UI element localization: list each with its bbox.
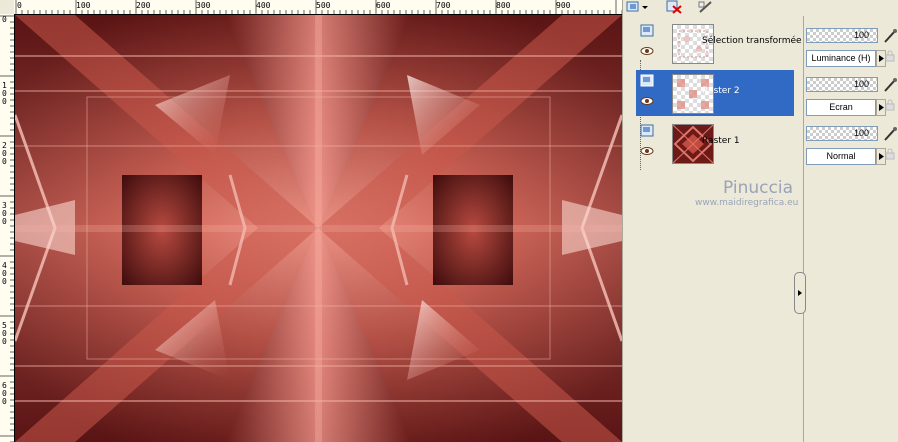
layer-props-raster-2: 100 Ecran <box>806 77 898 123</box>
opacity-value: 100 <box>853 79 869 89</box>
ruler-label-400: 400 <box>256 1 271 10</box>
blend-mode-value: Luminance (H) <box>811 53 871 63</box>
kaleidoscope-artwork <box>15 15 622 442</box>
ruler-label-900: 900 <box>556 1 571 10</box>
chevron-right-icon <box>878 104 884 111</box>
ruler-label-200: 200 <box>136 1 151 10</box>
delete-layer-icon <box>666 0 682 14</box>
layer-name: Sélection transformée <box>702 36 802 46</box>
chevron-right-icon <box>798 290 802 296</box>
ruler-label-0: 0 <box>17 1 22 10</box>
watermark-name: Pinuccia <box>723 178 793 198</box>
layer-properties: 100 Luminance (H) 100 Ecran 100 Normal <box>806 16 898 442</box>
layer-icon <box>640 24 654 37</box>
blend-mode-select[interactable]: Normal <box>806 148 876 165</box>
chevron-right-icon <box>878 55 884 62</box>
layers-list: Sélection transformée Raster 2 Raster 1 <box>636 20 802 180</box>
collapse-handle[interactable] <box>794 272 806 314</box>
blend-mode-select[interactable]: Luminance (H) <box>806 50 876 67</box>
ruler-label-700: 700 <box>436 1 451 10</box>
vruler-label-500: 500 <box>2 321 7 346</box>
image-canvas[interactable] <box>15 15 622 442</box>
vruler-label-400: 400 <box>2 261 7 286</box>
opacity-field[interactable]: 100 <box>806 126 878 141</box>
layer-row-selection[interactable]: Sélection transformée <box>636 20 802 66</box>
brush-tool-icon <box>698 1 712 13</box>
layer-icon <box>640 74 654 87</box>
vruler-label-100: 100 <box>2 81 7 106</box>
delete-layer-button[interactable] <box>661 0 687 14</box>
layers-palette: Sélection transformée Raster 2 Raster 1 … <box>622 0 898 442</box>
blend-mode-select[interactable]: Ecran <box>806 99 876 116</box>
layer-type-icon <box>626 1 648 12</box>
lock-transparency-icon[interactable] <box>884 99 896 111</box>
visibility-eye-icon[interactable] <box>640 46 654 56</box>
visibility-eye-icon[interactable] <box>640 96 654 106</box>
vruler-label-600: 600 <box>2 381 7 406</box>
ruler-label-800: 800 <box>496 1 511 10</box>
vertical-ruler: 0 100 200 300 400 500 600 <box>0 14 15 442</box>
blend-mode-value: Ecran <box>829 102 853 112</box>
opacity-field[interactable]: 100 <box>806 77 878 92</box>
opacity-value: 100 <box>853 30 869 40</box>
brush-icon[interactable] <box>882 77 898 93</box>
layer-name: Raster 1 <box>702 136 740 146</box>
watermark-url: www.maidiregrafica.eu <box>695 198 799 208</box>
layer-props-selection: 100 Luminance (H) <box>806 28 898 74</box>
layer-row-raster-2[interactable]: Raster 2 <box>636 70 794 116</box>
document-window: 0 100 200 300 400 500 600 700 800 900 0 … <box>0 0 622 442</box>
ruler-label-500: 500 <box>316 1 331 10</box>
layer-row-raster-1[interactable]: Raster 1 <box>636 120 794 166</box>
opacity-field[interactable]: 100 <box>806 28 878 43</box>
blend-mode-value: Normal <box>826 151 856 161</box>
vruler-label-200: 200 <box>2 141 7 166</box>
vruler-label-300: 300 <box>2 201 7 226</box>
brush-icon[interactable] <box>882 28 898 44</box>
visibility-eye-icon[interactable] <box>640 146 654 156</box>
ruler-label-300: 300 <box>196 1 211 10</box>
new-layer-dropdown-button[interactable] <box>625 0 651 14</box>
lock-transparency-icon[interactable] <box>884 50 896 62</box>
brush-tool-button[interactable] <box>693 0 719 14</box>
ruler-label-600: 600 <box>376 1 391 10</box>
vertical-ruler-ticks <box>0 15 14 442</box>
lock-transparency-icon[interactable] <box>884 148 896 160</box>
layer-props-raster-1: 100 Normal <box>806 126 898 172</box>
layer-name: Raster 2 <box>702 86 740 96</box>
chevron-right-icon <box>878 153 884 160</box>
brush-icon[interactable] <box>882 126 898 142</box>
palette-toolbar <box>623 0 898 16</box>
horizontal-ruler: 0 100 200 300 400 500 600 700 800 900 <box>14 0 622 15</box>
vruler-label-0: 0 <box>2 15 7 24</box>
opacity-value: 100 <box>853 128 869 138</box>
ruler-label-100: 100 <box>76 1 91 10</box>
ruler-corner <box>0 0 15 15</box>
layer-icon <box>640 124 654 137</box>
